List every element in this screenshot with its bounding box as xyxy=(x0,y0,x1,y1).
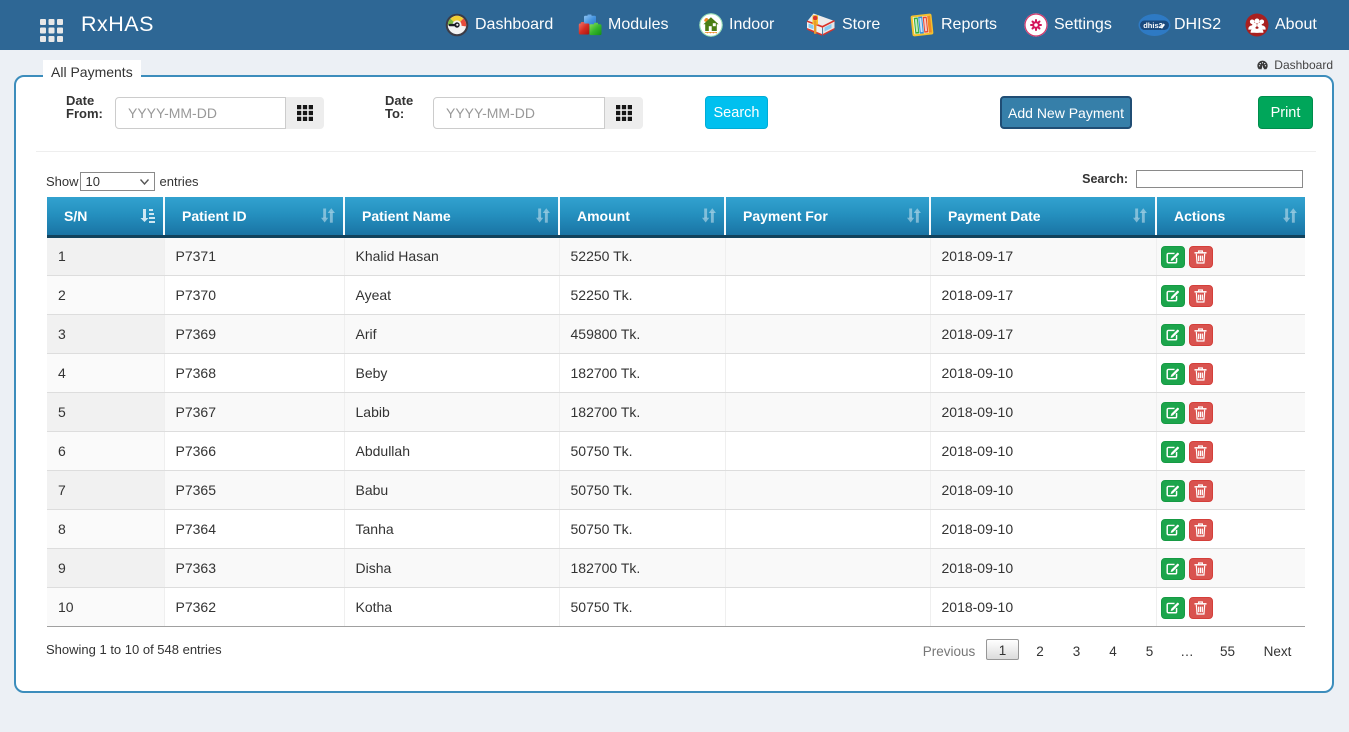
svg-text:dhis2: dhis2 xyxy=(1143,21,1163,30)
